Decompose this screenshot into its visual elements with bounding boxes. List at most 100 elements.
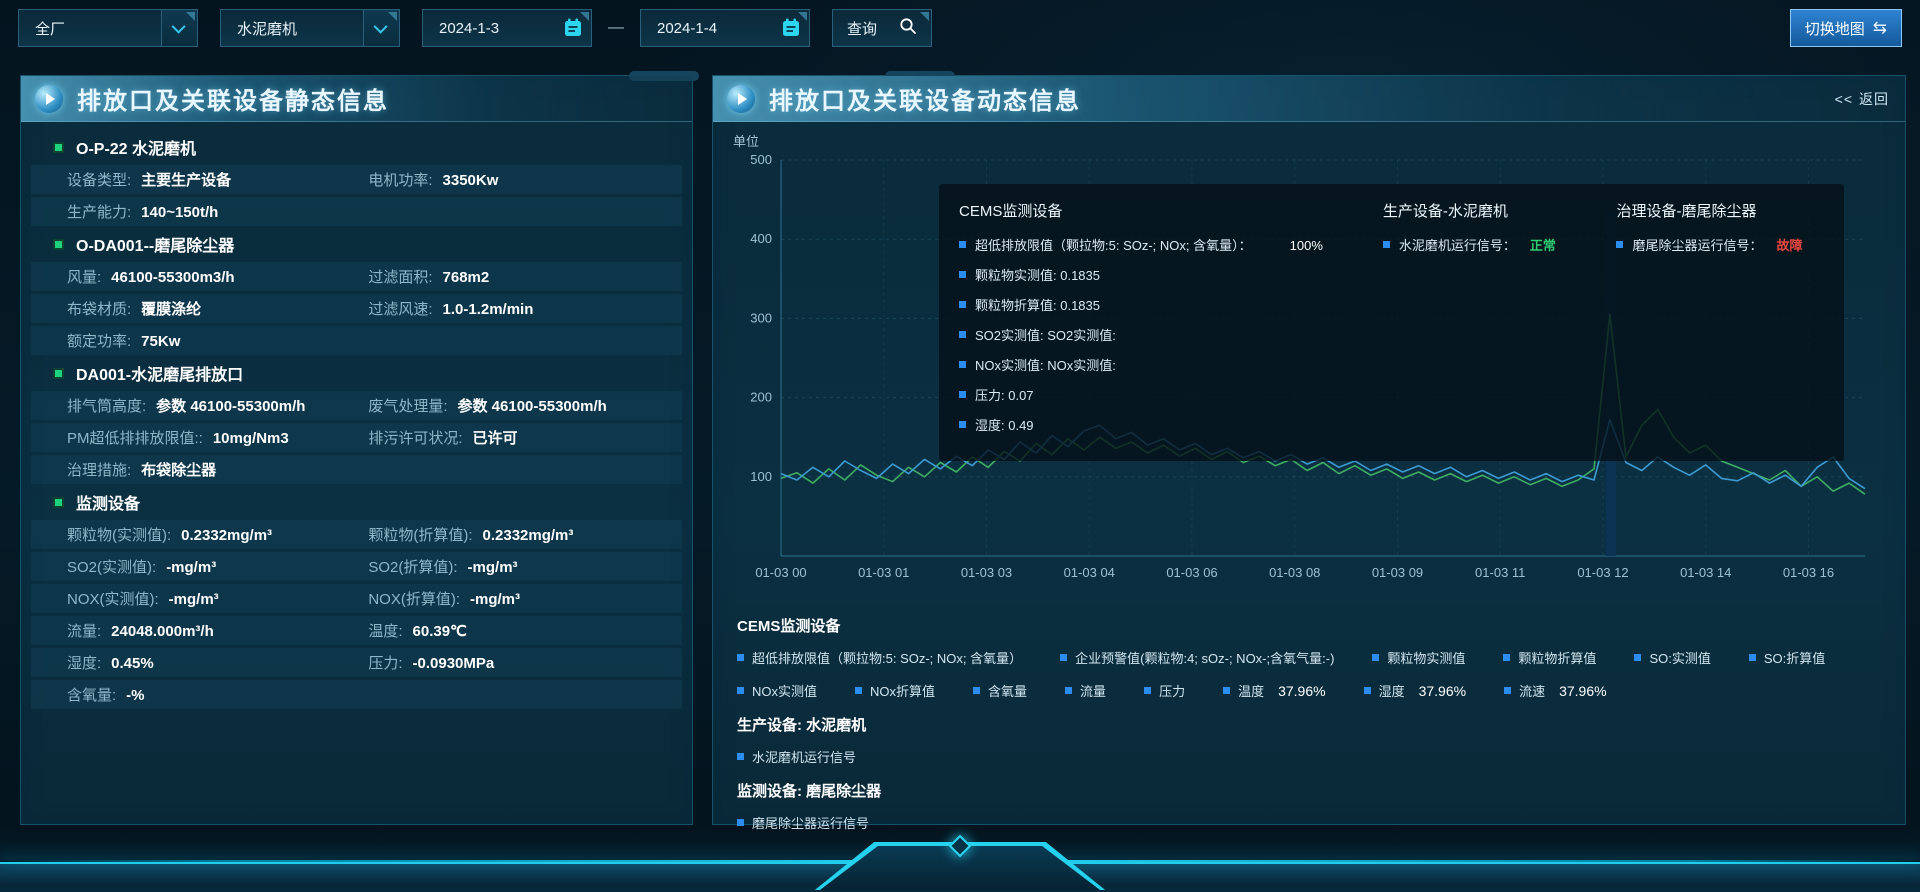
legend-dot-icon [1749, 654, 1756, 661]
back-link[interactable]: << 返回 [1835, 89, 1889, 109]
field: 布袋材质:覆膜涤纶 [67, 298, 368, 319]
legend-item[interactable]: NOx实测值 [737, 681, 817, 700]
legend-item[interactable]: 含氧量 [973, 681, 1027, 700]
field-value: 0.2332mg/m³ [181, 527, 272, 544]
field-label: 风量: [67, 266, 101, 287]
field: 温度: 60.39℃ [368, 620, 669, 641]
svg-text:01-03 16: 01-03 16 [1783, 565, 1834, 580]
legend-item[interactable]: 水泥磨机运行信号 [737, 747, 856, 766]
plant-select[interactable]: 全厂 [18, 9, 198, 47]
legend-dot-icon [1504, 687, 1511, 694]
field: 排气筒高度:参数 46100-55300m/h [67, 395, 368, 416]
field-label: PM超低排排放限值:: [67, 427, 203, 448]
field: 颗粒物(实测值):0.2332mg/m³ [67, 524, 368, 545]
legend-dot-icon [1065, 687, 1072, 694]
field-label: 温度: [368, 620, 402, 641]
date-range-separator: — [608, 19, 624, 37]
section-bullet-icon [53, 497, 64, 508]
field: 流量:24048.000m³/h [67, 620, 368, 641]
device-select[interactable]: 水泥磨机 [220, 9, 400, 47]
legend-item[interactable]: NOx折算值 [855, 681, 935, 700]
field: 废气处理量:参数 46100-55300m/h [368, 395, 669, 416]
field-value: 1.0-1.2m/min [443, 301, 534, 318]
field-label: 生产能力: [67, 201, 131, 222]
table-row: 治理措施:布袋除尘器 [31, 455, 682, 484]
field: 湿度:0.45% [67, 652, 368, 673]
field-label: NOX(实测值): [67, 588, 159, 609]
line-chart[interactable]: 单位10020030040050001-03 0001-03 0101-03 0… [725, 130, 1887, 597]
search-icon [899, 17, 917, 39]
start-date-input[interactable]: 2024-1-3 [422, 9, 592, 47]
legend-item-label: 颗粒物折算值 [1518, 648, 1596, 667]
device-select-value: 水泥磨机 [237, 18, 297, 39]
legend-item-label: SO:实测值 [1649, 648, 1710, 667]
legend-items: 超低排放限值（颗拉物:5: SOz-; NOx; 含氧量） 企业预警值(颗粒物:4… [737, 648, 1881, 700]
legend-item[interactable]: 企业预警值(颗粒物:4; sOz-; NOx-;含氧气量:-) [1060, 648, 1334, 667]
topbar: 全厂 水泥磨机 2024-1-3 — 2024-1-4 查询 切换 [18, 9, 1902, 47]
legend-item[interactable]: 超低排放限值（颗拉物:5: SOz-; NOx; 含氧量） [737, 648, 1022, 667]
svg-text:01-03 12: 01-03 12 [1577, 565, 1628, 580]
legend-item-label: 水泥磨机运行信号 [752, 747, 856, 766]
legend-item[interactable]: 温度 37.96% [1223, 681, 1326, 700]
svg-text:01-03 09: 01-03 09 [1372, 565, 1423, 580]
legend-item-label: 流速 [1519, 681, 1545, 700]
field: 治理措施:布袋除尘器 [67, 459, 368, 480]
table-row: PM超低排排放限值::10mg/Nm3排污许可状况:已许可 [31, 423, 682, 452]
legend-item[interactable]: 颗粒物实测值 [1372, 648, 1465, 667]
chevron-down-icon[interactable] [363, 10, 399, 46]
field-label: SO2(折算值): [368, 556, 457, 577]
legend-item[interactable]: 湿度37.96% [1364, 681, 1467, 700]
end-date-input[interactable]: 2024-1-4 [640, 9, 810, 47]
section-title-text: O-P-22 水泥磨机 [76, 135, 196, 159]
legend-item[interactable]: 流量 [1065, 681, 1106, 700]
legend-dot-icon [1364, 687, 1371, 694]
legend-item[interactable]: 压力 [1144, 681, 1185, 700]
legend-item[interactable]: SO:实测值 [1634, 648, 1710, 667]
switch-map-button[interactable]: 切换地图 ⇆ [1790, 9, 1902, 47]
legend-item-label: 超低排放限值（颗拉物:5: SOz-; NOx; 含氧量） [752, 648, 1022, 667]
field: SO2(实测值): -mg/m³ [67, 556, 368, 577]
footer-wing-left [0, 862, 883, 886]
legend-item[interactable]: 流速37.96% [1504, 681, 1607, 700]
field: NOX(折算值):-mg/m³ [368, 588, 669, 609]
legend-item[interactable]: SO:折算值 [1749, 648, 1825, 667]
plant-select-value: 全厂 [35, 18, 65, 39]
field-label: 废气处理量: [368, 395, 447, 416]
svg-text:01-03 03: 01-03 03 [961, 565, 1012, 580]
field-label: 颗粒物(折算值): [368, 524, 472, 545]
section-bullet-icon [53, 142, 64, 153]
legend-dot-icon [1372, 654, 1379, 661]
field-label: SO2(实测值): [67, 556, 156, 577]
query-button[interactable]: 查询 [832, 9, 932, 47]
chart-area[interactable]: 单位10020030040050001-03 0001-03 0101-03 0… [713, 122, 1905, 597]
legend-item-value: 37.96% [1419, 683, 1466, 699]
table-row: 风量:46100-55300m3/h过滤面积:768m2 [31, 262, 682, 291]
table-row: NOX(实测值):-mg/m³NOX(折算值):-mg/m³ [31, 584, 682, 613]
legend-item-label: 温度 [1238, 681, 1264, 700]
field-value: -0.0930MPa [413, 655, 495, 672]
field: 排污许可状况:已许可 [368, 427, 669, 448]
field-value: 60.39℃ [413, 622, 467, 640]
series-颗粒物折算值 [781, 420, 1865, 489]
svg-text:400: 400 [750, 231, 772, 246]
calendar-icon[interactable] [555, 10, 591, 46]
field: PM超低排排放限值::10mg/Nm3 [67, 427, 368, 448]
field-value: 46100-55300m3/h [111, 269, 234, 286]
table-row: 生产能力: 140~150t/h [31, 197, 682, 226]
calendar-icon[interactable] [773, 10, 809, 46]
table-row: 额定功率:75Kw [31, 326, 682, 355]
field-label: 流量: [67, 620, 101, 641]
field-label: 过滤面积: [368, 266, 432, 287]
section-bullet-icon [53, 368, 64, 379]
field-value: -mg/m³ [166, 559, 216, 576]
field-value: 140~150t/h [141, 204, 218, 221]
field-label: 排污许可状况: [368, 427, 462, 448]
svg-text:300: 300 [750, 310, 772, 325]
legend-item[interactable]: 颗粒物折算值 [1503, 648, 1596, 667]
legend-item-value: 37.96% [1278, 683, 1325, 699]
static-info-panel: 排放口及关联设备静态信息 O-P-22 水泥磨机设备类型:主要生产设备电机功率:… [20, 75, 693, 825]
decorative-footer [0, 826, 1920, 892]
field: NOX(实测值):-mg/m³ [67, 588, 368, 609]
chevron-down-icon[interactable] [161, 10, 197, 46]
legend-group-title: 监测设备: 磨尾除尘器 [737, 780, 1881, 801]
